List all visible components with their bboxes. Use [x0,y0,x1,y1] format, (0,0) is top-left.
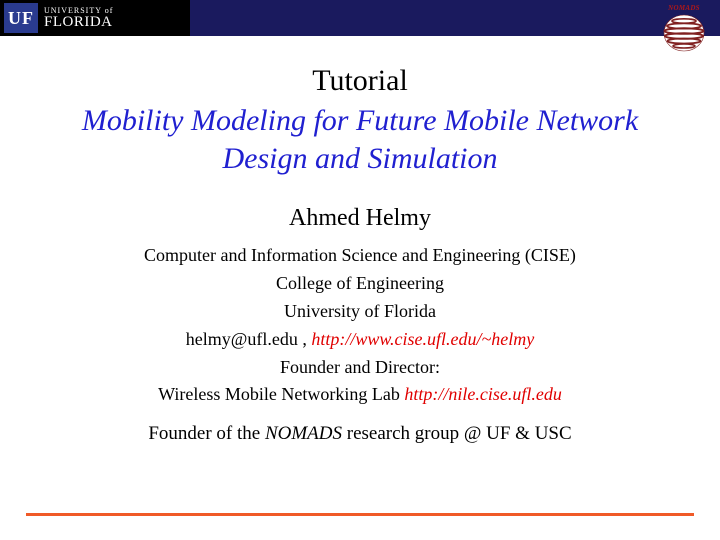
globe-icon [662,13,706,53]
research-group-line: Founder of the NOMADS research group @ U… [0,419,720,448]
title-line-1: Mobility Modeling for Future Mobile Netw… [82,104,638,137]
group-prefix: Founder of the [148,423,265,444]
affiliation-block: Computer and Information Science and Eng… [0,242,720,449]
title-line-2: Design and Simulation [223,142,498,175]
uf-initials: UF [4,3,38,33]
divider [26,513,694,516]
lab-name: Wireless Mobile Networking Lab [158,384,404,404]
uf-big-text: FLORIDA [44,15,113,30]
slide-title: Mobility Modeling for Future Mobile Netw… [0,102,720,177]
uf-wordmark: UNIVERSITY of FLORIDA [44,7,113,30]
college: College of Engineering [0,270,720,298]
lab-line: Wireless Mobile Networking Lab http://ni… [0,381,720,409]
uf-logo: UF UNIVERSITY of FLORIDA [0,0,190,36]
contact-line: helmy@ufl.edu , http://www.cise.ufl.edu/… [0,326,720,354]
founder-label: Founder and Director: [0,354,720,382]
lab-link[interactable]: http://nile.cise.ufl.edu [404,384,561,404]
group-name: NOMADS [265,423,342,444]
tutorial-label: Tutorial [0,64,720,98]
top-banner: UF UNIVERSITY of FLORIDA [0,0,720,36]
homepage-link[interactable]: http://www.cise.ufl.edu/~helmy [311,329,534,349]
author-name: Ahmed Helmy [0,205,720,232]
nomads-label: NOMADS [658,4,710,12]
email: helmy@ufl.edu , [186,329,312,349]
university: University of Florida [0,298,720,326]
department: Computer and Information Science and Eng… [0,242,720,270]
nomads-logo: NOMADS [658,4,710,58]
group-suffix: research group @ UF & USC [342,423,572,444]
slide-content: Tutorial Mobility Modeling for Future Mo… [0,36,720,449]
